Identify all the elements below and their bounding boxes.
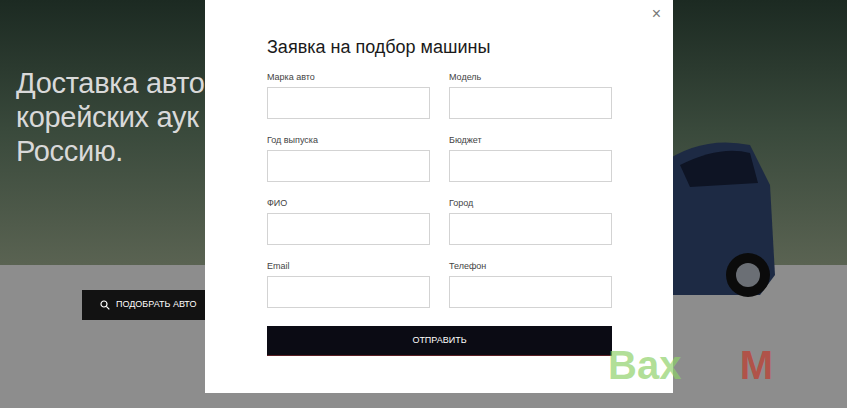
form-field: Email	[267, 260, 430, 308]
modal-header: Заявка на подбор машины	[267, 36, 612, 58]
form-field: Марка авто	[267, 71, 430, 119]
request-modal: Заявка на подбор машины Марка авто Модель…	[205, 0, 673, 393]
submit-button[interactable]: ОТПРАВИТЬ	[267, 326, 612, 356]
field-input[interactable]	[449, 276, 612, 308]
modal-title: Заявка на подбор машины	[267, 36, 490, 58]
pick-car-button[interactable]: ПОДОБРАТЬ АВТО	[82, 290, 205, 320]
field-label: Город	[449, 197, 612, 209]
form-grid: Марка авто Модель Год выпуска Бюджет ФИО Горо…	[267, 71, 612, 308]
field-label: Марка авто	[267, 71, 430, 83]
watermark-text: M	[740, 342, 773, 388]
field-label: Бюджет	[449, 134, 612, 146]
field-input[interactable]	[267, 150, 430, 182]
field-input[interactable]	[267, 87, 430, 119]
form-field: Город	[449, 197, 612, 245]
field-label: Модель	[449, 71, 612, 83]
field-input[interactable]	[449, 150, 612, 182]
field-label: Год выпуска	[267, 134, 430, 146]
field-input[interactable]	[449, 213, 612, 245]
form-field: Телефон	[449, 260, 612, 308]
watermark: Bax M	[608, 342, 773, 388]
form-field: Год выпуска	[267, 134, 430, 182]
search-icon	[100, 300, 110, 310]
submit-row: ОТПРАВИТЬ	[267, 326, 612, 356]
field-label: Телефон	[449, 260, 612, 272]
pick-car-label: ПОДОБРАТЬ АВТО	[116, 298, 196, 312]
form-field: ФИО	[267, 197, 430, 245]
form-field: Модель	[449, 71, 612, 119]
field-input[interactable]	[449, 87, 612, 119]
submit-label: ОТПРАВИТЬ	[412, 334, 466, 348]
close-button[interactable]: ×	[650, 4, 663, 24]
field-input[interactable]	[267, 213, 430, 245]
field-label: Email	[267, 260, 430, 272]
form-field: Бюджет	[449, 134, 612, 182]
field-input[interactable]	[267, 276, 430, 308]
watermark-text: Bax	[608, 342, 681, 388]
field-label: ФИО	[267, 197, 430, 209]
